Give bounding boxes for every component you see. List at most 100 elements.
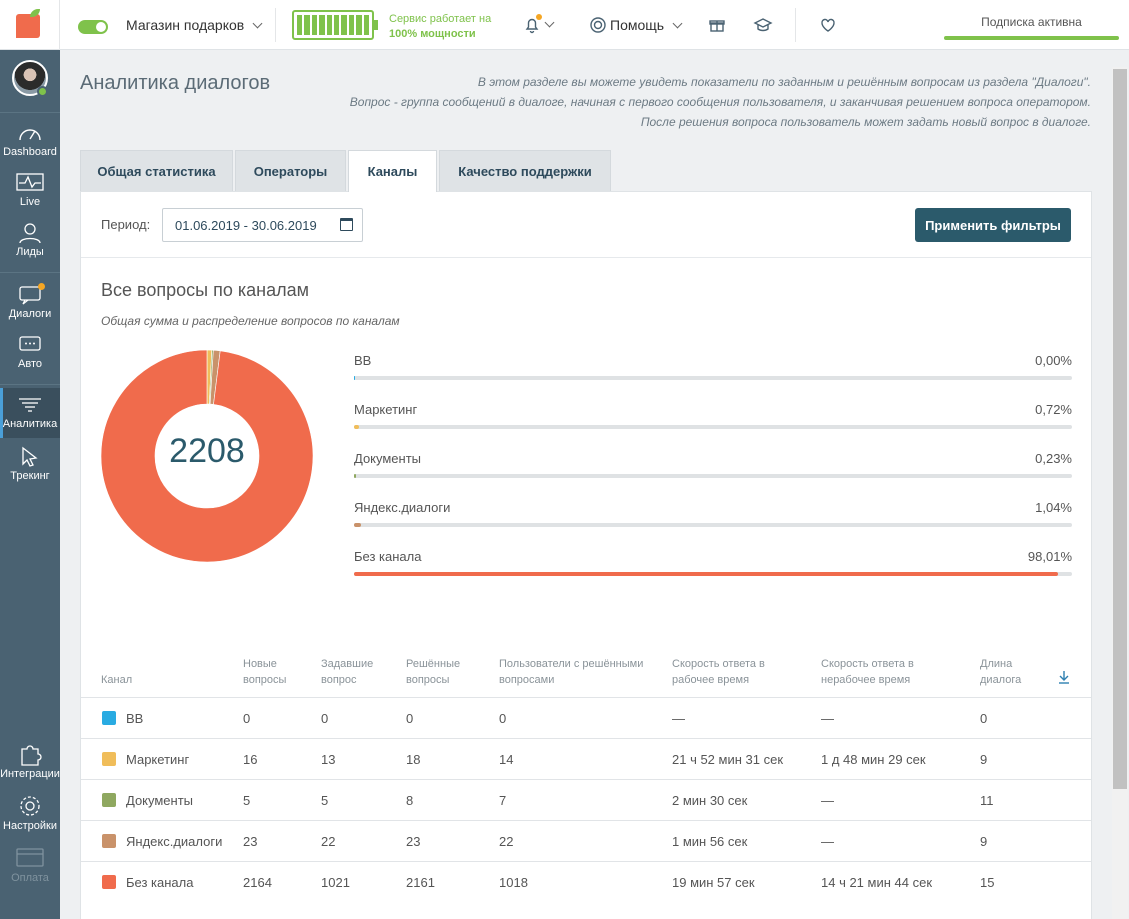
cell-work: 19 мин 57 сек [672,875,755,890]
cell-nonwork: — [821,711,834,726]
channel-color-swatch [102,875,116,889]
channel-bar-value: 0,00% [1035,353,1072,368]
shop-selector[interactable]: Магазин подарков [126,17,263,33]
sidebar-item-label: Аналитика [2,418,58,430]
gift-icon[interactable] [707,15,727,35]
channel-bar-track [354,474,1072,478]
cell-length: 11 [980,793,994,808]
subscription-text: Подписка активна [981,15,1082,29]
notification-dot [536,14,542,20]
cell-solved: 18 [406,752,421,767]
section-title: Все вопросы по каналам [101,280,309,300]
battery-icon [292,10,378,40]
sidebar-item-label: Интеграции [0,768,60,780]
cell-work: — [672,711,685,726]
service-status: Сервис работает на 100% мощности [389,13,492,40]
sidebar: Dashboard Live Лиды Диалоги Авто Аналити… [0,50,60,919]
sidebar-item-tracking[interactable]: Трекинг [0,446,60,488]
tab-support-quality[interactable]: Качество поддержки [439,150,611,191]
chevron-down-icon [672,18,683,29]
card-icon [16,848,44,867]
channel-bar-track [354,425,1072,429]
col-header-new: Новые вопросы [243,658,287,686]
calendar-icon[interactable] [340,218,353,231]
pulse-icon [16,173,44,191]
cell-asked: 0 [321,711,329,726]
speedometer-icon [19,129,41,141]
sidebar-item-label: Диалоги [8,308,52,320]
page-title: Аналитика диалогов [80,72,271,94]
sidebar-item-dashboard[interactable]: Dashboard [0,122,60,164]
sidebar-item-integrations[interactable]: Интеграции [0,742,60,784]
funnel-icon [19,398,41,412]
tab-channels[interactable]: Каналы [348,150,437,192]
channel-bar-fill [354,572,1058,576]
divider [275,8,276,42]
period-input[interactable]: 01.06.2019 - 30.06.2019 [162,208,363,242]
graduation-cap-icon[interactable] [753,15,773,35]
channel-bar-label: Без канала [354,549,422,564]
cell-solved: 23 [406,834,421,849]
donut-total: 2208 [169,432,245,470]
help-menu[interactable]: Помощь [610,17,683,33]
shop-toggle[interactable] [78,20,108,34]
tab-operators[interactable]: Операторы [235,150,346,191]
cell-channel: Яндекс.диалоги [126,834,223,849]
cell-users: 14 [499,752,514,767]
sidebar-item-label: Настройки [3,820,57,832]
channel-bar-value: 1,04% [1035,500,1072,515]
cell-work: 2 мин 30 сек [672,793,748,808]
col-header-speed-work: Скорость ответа в рабочее время [672,658,765,686]
chevron-down-icon[interactable] [544,17,555,28]
cell-new: 5 [243,793,251,808]
logo-tag-icon [16,14,40,38]
subscription-status[interactable]: Подписка активна [944,0,1119,50]
cell-nonwork: — [821,834,834,849]
sidebar-item-settings[interactable]: Настройки [0,794,60,836]
cell-solved: 2161 [406,875,435,890]
section-subtitle: Общая сумма и распределение вопросов по … [101,314,400,328]
sidebar-item-live[interactable]: Live [0,172,60,214]
sidebar-item-leads[interactable]: Лиды [0,222,60,264]
download-icon[interactable] [1058,670,1070,684]
cell-users: 0 [499,711,507,726]
channel-bar-fill [354,376,355,380]
cell-length: 0 [980,711,988,726]
channel-bar-value: 0,72% [1035,402,1072,417]
logo[interactable] [0,0,60,50]
tab-general-stats[interactable]: Общая статистика [80,150,233,191]
col-header-channel: Канал [101,674,133,686]
col-header-length: Длина диалога [980,658,1022,686]
channel-bar-value: 98,01% [1027,549,1072,564]
sidebar-item-payment: Оплата [0,846,60,888]
heart-icon[interactable] [818,15,838,35]
sidebar-item-auto[interactable]: Авто [0,334,60,376]
channel-bar-fill [354,474,356,478]
cell-length: 9 [980,834,988,849]
online-status-dot [37,86,48,97]
table-row: Без канала 2164 1021 2161 1018 19 мин 57 сек 1… [81,861,1091,902]
lifebuoy-icon[interactable] [588,15,608,35]
cell-solved: 8 [406,793,414,808]
cell-nonwork: — [821,793,834,808]
col-header-speed-nonwork: Скорость ответа в нерабочее время [821,658,914,686]
chevron-down-icon [252,18,263,29]
channel-bar-track [354,376,1072,380]
notification-dot [38,283,45,290]
apply-filters-button[interactable]: Применить фильтры [915,208,1071,242]
divider [0,272,60,273]
sidebar-item-dialogs[interactable]: Диалоги [0,283,60,326]
sidebar-item-analytics[interactable]: Аналитика [0,388,60,438]
cursor-icon [22,446,38,467]
channel-bar-value: 0,23% [1035,451,1072,466]
scrollbar-thumb[interactable] [1113,69,1127,789]
channel-bar-fill [354,425,360,429]
cell-channel: Маркетинг [126,752,190,767]
cell-work: 1 мин 56 сек [672,834,748,849]
cell-users: 22 [499,834,514,849]
cell-users: 1018 [499,875,528,890]
sidebar-item-label: Оплата [11,872,49,884]
gear-icon [20,796,40,816]
cell-new: 2164 [243,875,272,890]
sidebar-item-label: Live [19,196,41,208]
